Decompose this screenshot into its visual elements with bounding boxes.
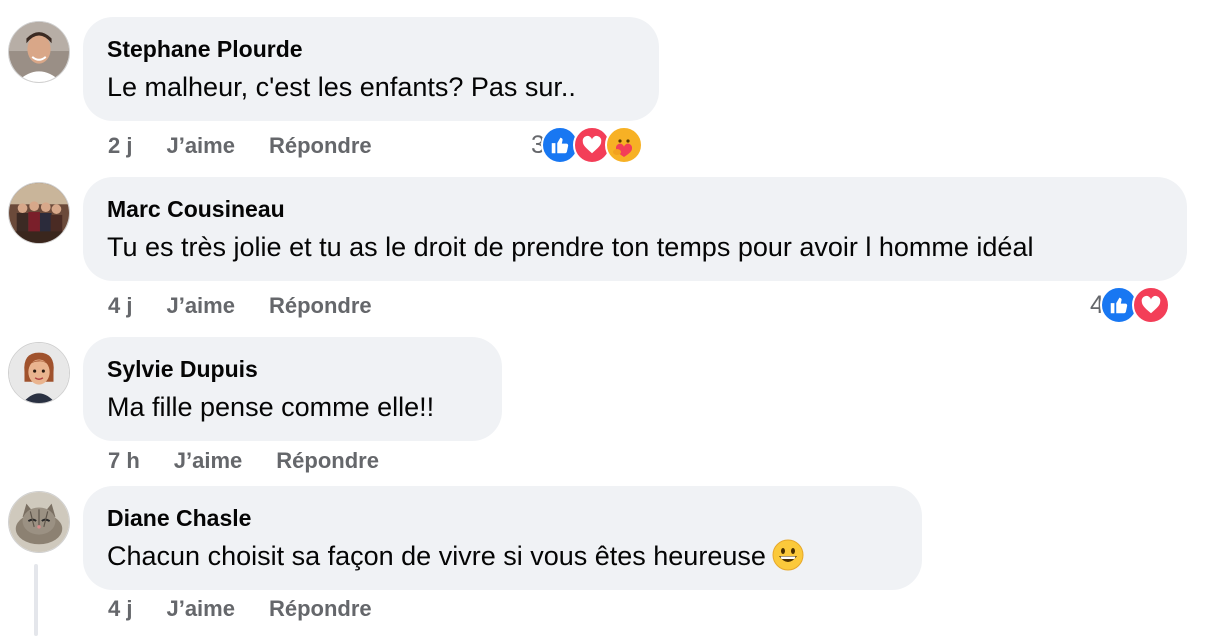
- reply-link[interactable]: Répondre: [276, 447, 379, 475]
- comment-bubble: Marc Cousineau Tu es très jolie et tu as…: [83, 177, 1187, 281]
- comment-actions: 4 j J’aime Répondre: [108, 595, 372, 623]
- like-link[interactable]: J’aime: [166, 292, 235, 320]
- comment-bubble: Sylvie Dupuis Ma fille pense comme elle!…: [83, 337, 502, 441]
- comment-text: Le malheur, c'est les enfants? Pas sur..: [107, 72, 576, 102]
- comment-text: Chacun choisit sa façon de vivre si vous…: [107, 536, 898, 576]
- like-link[interactable]: J’aime: [166, 132, 235, 160]
- comment-bubble: Stephane Plourde Le malheur, c'est les e…: [83, 17, 659, 121]
- comment-text: Ma fille pense comme elle!!: [107, 392, 435, 422]
- reply-link[interactable]: Répondre: [269, 595, 372, 623]
- comment-author[interactable]: Sylvie Dupuis: [107, 355, 478, 383]
- care-icon: [604, 126, 643, 164]
- like-link[interactable]: J’aime: [166, 595, 235, 623]
- comment-time[interactable]: 2 j: [108, 132, 132, 160]
- avatar[interactable]: [8, 182, 70, 244]
- comment-time[interactable]: 4 j: [108, 595, 132, 623]
- avatar[interactable]: [8, 491, 70, 553]
- comment-actions: 7 h J’aime Répondre: [108, 447, 379, 475]
- comment-author[interactable]: Diane Chasle: [107, 504, 898, 532]
- comment-actions: 2 j J’aime Répondre: [108, 132, 372, 160]
- grinning-face-emoji: [772, 539, 804, 571]
- comment-actions: 4 j J’aime Répondre: [108, 292, 372, 320]
- reaction-summary[interactable]: 4: [1090, 286, 1170, 324]
- like-link[interactable]: J’aime: [174, 447, 243, 475]
- comment-bubble: Diane Chasle Chacun choisit sa façon de …: [83, 486, 922, 590]
- reply-thread-line: [34, 564, 38, 636]
- reply-link[interactable]: Répondre: [269, 292, 372, 320]
- comment-text: Tu es très jolie et tu as le droit de pr…: [107, 232, 1034, 262]
- comment-author[interactable]: Marc Cousineau: [107, 195, 1163, 223]
- avatar[interactable]: [8, 342, 70, 404]
- avatar[interactable]: [8, 21, 70, 83]
- love-icon: [1131, 286, 1170, 324]
- reply-link[interactable]: Répondre: [269, 132, 372, 160]
- comment-time[interactable]: 7 h: [108, 447, 140, 475]
- comment-author[interactable]: Stephane Plourde: [107, 35, 635, 63]
- comment-text-content: Chacun choisit sa façon de vivre si vous…: [107, 541, 766, 571]
- reaction-summary[interactable]: 3: [531, 126, 643, 164]
- comment-time[interactable]: 4 j: [108, 292, 132, 320]
